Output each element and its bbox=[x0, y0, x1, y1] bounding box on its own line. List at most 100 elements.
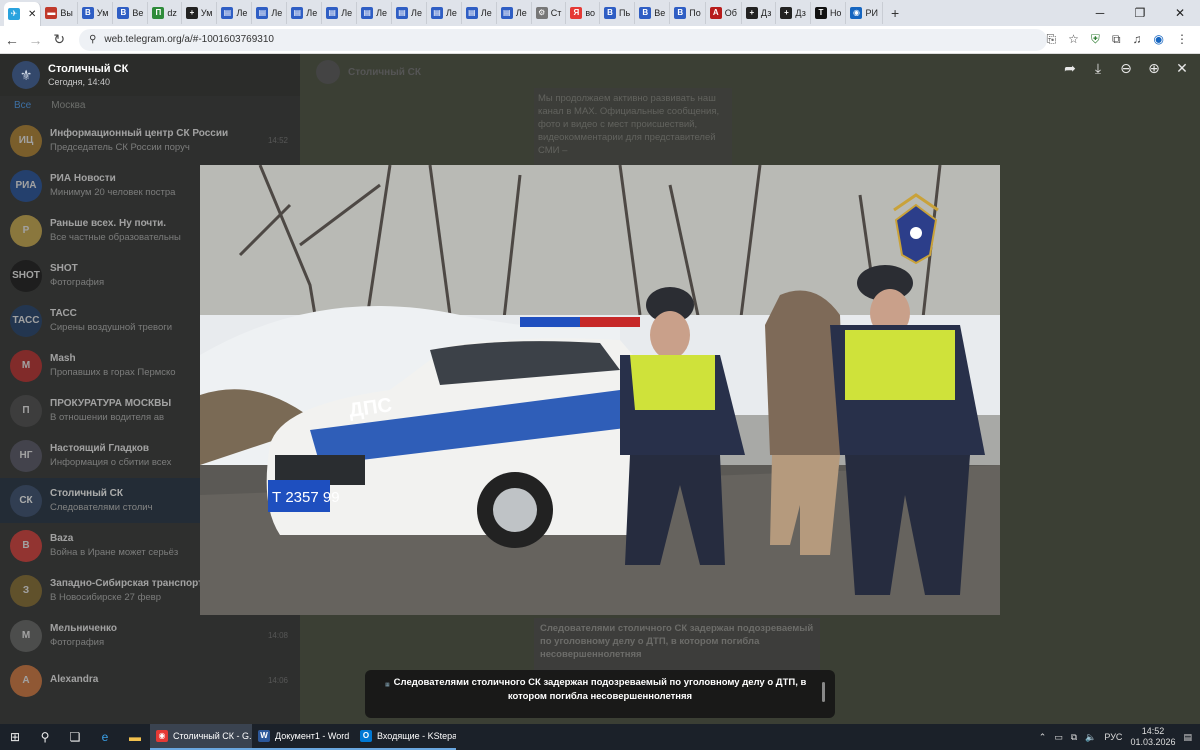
avatar: SHOT bbox=[10, 259, 42, 292]
browser-tab[interactable]: ◉ РИ bbox=[846, 2, 883, 24]
chat-list-item[interactable]: М Мельниченко Фотография 14:08 bbox=[0, 613, 300, 658]
zoom-in-icon[interactable]: ⊕ bbox=[1146, 60, 1162, 76]
avatar: СК bbox=[10, 484, 42, 517]
avatar: НГ bbox=[10, 439, 42, 472]
tab-title: Ле bbox=[515, 8, 527, 18]
chat-name: Alexandra bbox=[50, 673, 99, 685]
browser-tab[interactable]: ▬ Вы bbox=[41, 2, 78, 24]
browser-tab[interactable]: + Дз bbox=[776, 2, 811, 24]
browser-tab[interactable]: ▤ Ле bbox=[392, 2, 427, 24]
shield-extension-icon[interactable]: ⛨ bbox=[1091, 32, 1100, 47]
chat-header-avatar bbox=[316, 60, 340, 84]
reload-icon[interactable]: ↻ bbox=[47, 31, 71, 48]
file-explorer-icon[interactable]: ▬ bbox=[120, 730, 150, 744]
browser-tab[interactable]: ✈ ✕ bbox=[4, 2, 42, 26]
back-icon[interactable]: ← bbox=[0, 32, 24, 48]
avatar: ТАСС bbox=[10, 304, 42, 337]
chat-header: Столичный СК bbox=[316, 60, 421, 84]
tab-title: во bbox=[585, 8, 596, 18]
notifications-icon[interactable]: ▤ bbox=[1183, 732, 1192, 743]
folder-tab-all[interactable]: Все bbox=[14, 100, 31, 114]
browser-tab[interactable]: ▤ Ле bbox=[497, 2, 532, 24]
video-frame-scene: Т 2357 99 ДПС bbox=[200, 165, 1000, 615]
chat-list-item[interactable]: ИЦ Информационный центр СК России Председа… bbox=[0, 118, 300, 163]
browser-tab[interactable]: ▤ Ле bbox=[287, 2, 323, 24]
message-bubble: Мы продолжаем активно развивать наш кана… bbox=[534, 88, 732, 166]
forward-icon[interactable]: → bbox=[24, 32, 48, 48]
minimize-icon[interactable]: ─ bbox=[1080, 0, 1120, 26]
windows-start-icon[interactable]: ⊞ bbox=[0, 730, 30, 744]
edge-browser-icon[interactable]: e bbox=[90, 730, 120, 744]
extensions-icon[interactable]: ⧉ bbox=[1112, 32, 1121, 47]
browser-tab[interactable]: В Ве bbox=[635, 2, 671, 24]
tab-favicon-icon: Я bbox=[570, 7, 583, 19]
language-indicator[interactable]: РУС bbox=[1104, 732, 1122, 742]
avatar: Р bbox=[10, 214, 42, 247]
taskbar-app-label: Входящие - KStepa... bbox=[377, 731, 456, 741]
taskbar-app[interactable]: O Входящие - KStepa... bbox=[354, 724, 456, 750]
browser-tab[interactable]: В Пь bbox=[600, 2, 636, 24]
tab-title: Ле bbox=[376, 8, 388, 18]
zoom-out-icon[interactable]: ⊖ bbox=[1118, 60, 1134, 76]
task-view-icon[interactable]: ❏ bbox=[60, 730, 90, 744]
search-icon[interactable]: ⚲ bbox=[30, 730, 60, 744]
chat-list-item[interactable]: A Alexandra 14:06 bbox=[0, 658, 300, 703]
tab-close-icon[interactable]: ✕ bbox=[28, 9, 36, 20]
tab-favicon-icon: ▤ bbox=[361, 7, 374, 19]
forward-icon[interactable]: ➦ bbox=[1062, 60, 1078, 76]
taskbar-app-label: Столичный СК - G... bbox=[173, 731, 252, 741]
viewer-post-time: Сегодня, 14:40 bbox=[48, 77, 111, 87]
browser-tab[interactable]: В По bbox=[670, 2, 706, 24]
avatar: П bbox=[10, 394, 42, 427]
browser-tab[interactable]: Яво bbox=[566, 2, 601, 24]
tab-favicon-icon: ▬ bbox=[45, 7, 58, 19]
tray-expand-icon[interactable]: ⌃ bbox=[1039, 732, 1047, 743]
os-taskbar: ⊞ ⚲ ❏ e ▬ ◉ Столичный СК - G... W Документ1… bbox=[0, 724, 1200, 750]
browser-tab[interactable]: A Об bbox=[706, 2, 742, 24]
network-icon[interactable]: ▭ bbox=[1054, 732, 1063, 743]
browser-tab[interactable]: + Ум bbox=[182, 2, 218, 24]
browser-tab[interactable]: ▤ Ле bbox=[217, 2, 253, 24]
download-icon[interactable]: ⤓ bbox=[1090, 60, 1106, 76]
tab-favicon-icon: ▤ bbox=[256, 7, 269, 19]
taskbar-app-icon: O bbox=[360, 730, 372, 742]
tab-title: Об bbox=[724, 8, 737, 18]
close-viewer-icon[interactable]: ✕ bbox=[1174, 60, 1190, 76]
tab-favicon-icon: T bbox=[814, 7, 827, 19]
browser-tab[interactable]: ▤ Ле bbox=[427, 2, 462, 24]
caption-scrollbar[interactable] bbox=[822, 682, 825, 702]
profile-icon[interactable]: ◉ bbox=[1154, 32, 1164, 47]
browser-tab[interactable]: ▤ Ле bbox=[322, 2, 358, 24]
browser-tab[interactable]: ⚙ Ст bbox=[532, 2, 567, 24]
taskbar-app[interactable]: W Документ1 - Word bbox=[252, 724, 354, 750]
bookmark-star-icon[interactable]: ☆ bbox=[1068, 32, 1079, 47]
tab-title: Ум bbox=[200, 8, 213, 18]
browser-tab[interactable]: ▤ Ле bbox=[252, 2, 288, 24]
browser-tab[interactable]: В Ве bbox=[113, 2, 149, 24]
restore-icon[interactable]: ❐ bbox=[1120, 0, 1160, 26]
volume-icon[interactable]: 🔈 bbox=[1085, 732, 1096, 743]
tab-title: Ум bbox=[96, 8, 109, 18]
browser-tab[interactable]: + Дз bbox=[742, 2, 777, 24]
tab-title: dz bbox=[167, 8, 177, 18]
menu-icon[interactable]: ⋮ bbox=[1176, 32, 1188, 47]
clock[interactable]: 14:52 01.03.2026 bbox=[1130, 726, 1175, 748]
new-tab-button[interactable]: + bbox=[883, 5, 907, 21]
browser-tab[interactable]: ▤ Ле bbox=[462, 2, 497, 24]
taskbar-app[interactable]: ◉ Столичный СК - G... bbox=[150, 724, 252, 750]
browser-tab[interactable]: ▤ Ле bbox=[357, 2, 393, 24]
chat-time: 14:06 bbox=[267, 676, 288, 685]
media-control-icon[interactable]: ♫ bbox=[1133, 32, 1142, 47]
ethernet-icon[interactable]: ⧉ bbox=[1071, 732, 1077, 743]
caption-logo-icon: ▦ bbox=[385, 682, 390, 688]
folder-tab-moscow[interactable]: Москва bbox=[51, 100, 85, 114]
browser-tab[interactable]: T Но bbox=[811, 2, 847, 24]
url-field[interactable]: ⚲ web.telegram.org/a/#-1001603769310 bbox=[79, 28, 1047, 51]
video-player[interactable]: Т 2357 99 ДПС bbox=[200, 165, 1000, 615]
tab-favicon-icon: В bbox=[639, 7, 652, 19]
browser-tab[interactable]: В Ум bbox=[78, 2, 114, 24]
install-app-icon[interactable]: ⎘ bbox=[1047, 32, 1057, 47]
site-info-icon[interactable]: ⚲ bbox=[89, 34, 96, 45]
browser-tab[interactable]: Пdz bbox=[148, 2, 182, 24]
close-window-icon[interactable]: ✕ bbox=[1160, 0, 1200, 26]
